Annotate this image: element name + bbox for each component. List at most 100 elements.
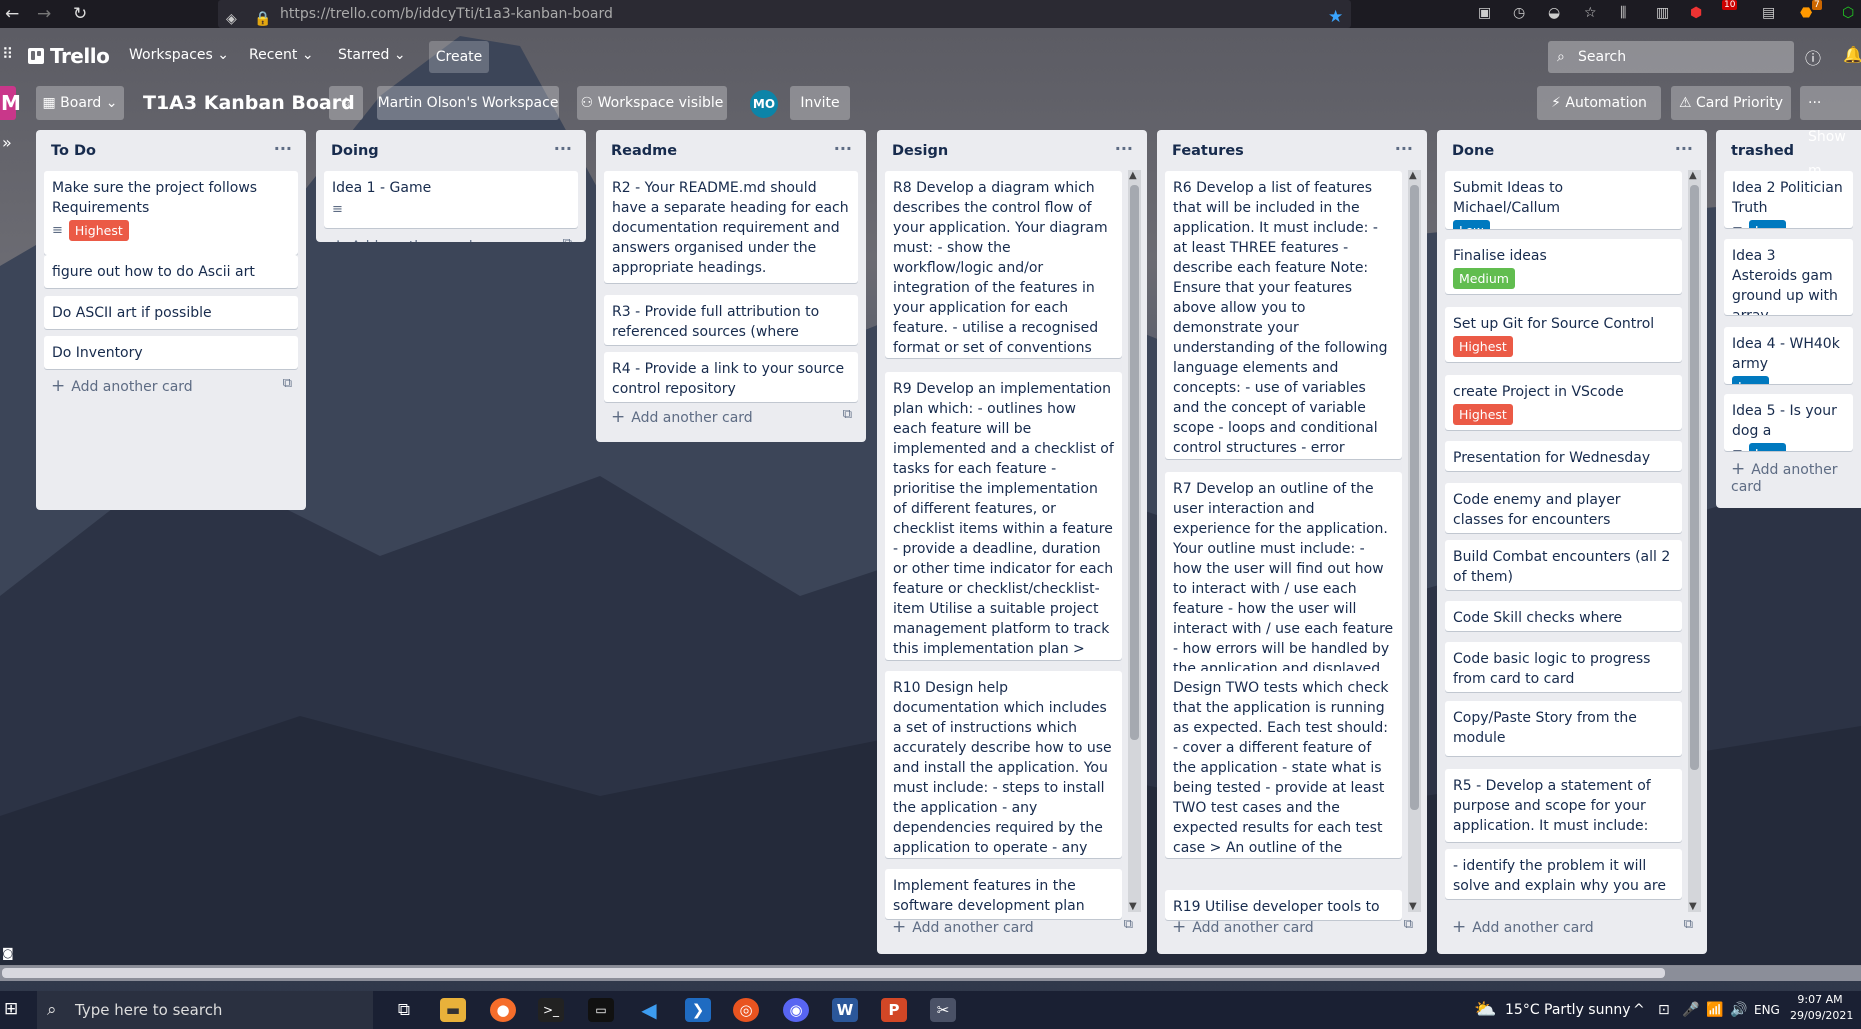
volume-icon[interactable]: 🔊: [1730, 991, 1747, 1029]
template-icon[interactable]: ⧉: [1684, 917, 1693, 932]
card[interactable]: Idea 1 - Game ≡: [324, 171, 578, 228]
weather-text[interactable]: 15°C Partly sunny: [1505, 991, 1631, 1029]
template-icon[interactable]: ⧉: [563, 236, 572, 242]
list-menu-icon[interactable]: ···: [554, 139, 572, 158]
card[interactable]: R10 Design help documentation which incl…: [885, 671, 1122, 858]
card[interactable]: R3 - Provide full attribution to referen…: [604, 295, 858, 345]
history-icon[interactable]: ◷: [1513, 5, 1525, 21]
card[interactable]: - identify the problem it will solve and…: [1445, 849, 1682, 899]
recent-menu[interactable]: Recent ⌄: [249, 47, 314, 63]
ubuntu-icon[interactable]: ◎: [733, 998, 759, 1022]
adblock-icon[interactable]: ⬢: [1690, 5, 1702, 21]
label-badge[interactable]: Low: [1748, 443, 1786, 451]
card[interactable]: Make sure the project follows Requiremen…: [44, 171, 298, 255]
card-priority-button[interactable]: ⚠ Card Priority: [1671, 86, 1791, 120]
star-board-button[interactable]: ☆: [329, 86, 363, 120]
card[interactable]: R4 - Provide a link to your source contr…: [604, 352, 858, 402]
starred-menu[interactable]: Starred ⌄: [338, 47, 406, 63]
card[interactable]: Build Combat encounters (all 2 of them): [1445, 540, 1682, 590]
list-menu-icon[interactable]: ···: [834, 139, 852, 158]
template-icon[interactable]: ⧉: [283, 376, 292, 391]
label-badge[interactable]: Highest: [1453, 336, 1513, 357]
label-badge[interactable]: Highest: [68, 220, 129, 241]
list-scrollbar[interactable]: ▲ ▼: [1688, 170, 1701, 912]
board-horizontal-scrollbar[interactable]: [0, 965, 1861, 981]
wifi-icon[interactable]: 📶: [1706, 991, 1723, 1029]
library-icon[interactable]: ⫼: [1620, 5, 1626, 21]
discord-icon[interactable]: ◉: [783, 998, 809, 1022]
word-icon[interactable]: W: [832, 998, 858, 1022]
card[interactable]: create Project in VScode Highest: [1445, 375, 1682, 430]
template-icon[interactable]: ⧉: [843, 407, 852, 422]
template-icon[interactable]: ⧉: [1404, 917, 1413, 932]
list-scrollbar[interactable]: ▲ ▼: [1408, 170, 1421, 912]
card[interactable]: Copy/Paste Story from the module ≡: [1445, 701, 1682, 756]
label-badge[interactable]: Highest: [1453, 404, 1513, 425]
automation-button[interactable]: ⚡ Automation: [1537, 86, 1661, 120]
card[interactable]: Implement features in the software devel…: [885, 869, 1122, 919]
card[interactable]: Finalise ideas Medium: [1445, 239, 1682, 294]
list-title[interactable]: trashed: [1731, 143, 1794, 159]
card[interactable]: Do ASCII art if possible: [44, 296, 298, 329]
card[interactable]: Code Skill checks where necessary: [1445, 601, 1682, 631]
cmd-icon[interactable]: ▭: [588, 998, 614, 1022]
card[interactable]: Presentation for Wednesday: [1445, 441, 1682, 471]
powerpoint-icon[interactable]: P: [881, 998, 907, 1022]
sidebar-icon[interactable]: ▥: [1656, 5, 1669, 21]
card[interactable]: Idea 4 - WH40k army Low: [1724, 327, 1853, 384]
back-icon[interactable]: ←: [5, 4, 19, 24]
address-bar[interactable]: ◈ 🔒 https://trello.com/b/iddcyTti/t1a3-k…: [218, 0, 1351, 28]
card[interactable]: R5 - Develop a statement of purpose and …: [1445, 769, 1682, 842]
list-title[interactable]: Doing: [331, 143, 379, 159]
snipping-tool-icon[interactable]: ✂: [930, 998, 956, 1022]
page-icon[interactable]: ▤: [1762, 5, 1775, 21]
card[interactable]: R9 Develop an implementation plan which:…: [885, 372, 1122, 660]
card[interactable]: R8 Develop a diagram which describes the…: [885, 171, 1122, 358]
show-menu-button[interactable]: ··· Show m: [1800, 86, 1861, 179]
list-title[interactable]: Readme: [611, 143, 677, 159]
tray-overflow-icon[interactable]: ^: [1633, 991, 1645, 1029]
vscode-icon[interactable]: ◀: [636, 998, 662, 1022]
search-input[interactable]: ⌕ Search: [1548, 41, 1794, 73]
label-badge[interactable]: Low: [1453, 220, 1490, 229]
add-card-button[interactable]: +Add another card: [892, 917, 1034, 937]
card[interactable]: Code enemy and player classes for encoun…: [1445, 483, 1682, 533]
card[interactable]: Idea 2 Politician Truth ≡ Low: [1724, 171, 1853, 228]
container-icon[interactable]: ▣: [1478, 5, 1491, 21]
board-view-switcher[interactable]: ▦ Board ⌄: [36, 86, 124, 120]
task-view-icon[interactable]: ⧉: [391, 998, 417, 1022]
file-explorer-icon[interactable]: ▬: [440, 998, 466, 1022]
card[interactable]: Code basic logic to progress from card t…: [1445, 642, 1682, 692]
taskbar-search-input[interactable]: ⌕ Type here to search: [37, 991, 373, 1029]
list-title[interactable]: Design: [892, 143, 948, 159]
card[interactable]: R6 Develop a list of features that will …: [1165, 171, 1402, 459]
bookmark-star-icon[interactable]: ★: [1328, 3, 1343, 31]
forward-icon[interactable]: →: [37, 4, 51, 24]
microphone-icon[interactable]: 🎤: [1682, 991, 1699, 1029]
template-icon[interactable]: ⧉: [1124, 917, 1133, 932]
label-badge[interactable]: Medium: [1453, 268, 1515, 289]
list-title[interactable]: To Do: [51, 143, 96, 159]
workspace-button[interactable]: Martin Olson's Workspace: [377, 86, 559, 120]
invite-button[interactable]: Invite: [790, 86, 850, 120]
notifications-icon[interactable]: 🔔: [1843, 45, 1861, 64]
add-card-button[interactable]: +Add another card: [331, 236, 473, 242]
list-scrollbar[interactable]: ▲ ▼: [1128, 170, 1141, 912]
windows-start-icon[interactable]: ⊞: [4, 999, 18, 1019]
extension-icon[interactable]: ☆: [1584, 5, 1597, 21]
scrollbar-thumb[interactable]: [2, 968, 1665, 978]
trello-logo[interactable]: Trello: [28, 44, 110, 68]
firefox-icon[interactable]: ●: [490, 998, 516, 1022]
card[interactable]: R2 - Your README.md should have a separa…: [604, 171, 858, 283]
card[interactable]: Do Inventory: [44, 336, 298, 369]
create-button[interactable]: Create: [429, 41, 489, 73]
add-card-button[interactable]: +Add another card: [1731, 459, 1861, 495]
card[interactable]: figure out how to do Ascii art: [44, 255, 298, 288]
list-title[interactable]: Done: [1452, 143, 1494, 159]
card[interactable]: R19 Utilise developer tools to: [1165, 890, 1402, 920]
workspaces-menu[interactable]: Workspaces ⌄: [129, 47, 229, 63]
tray-app-icon[interactable]: ⊡: [1658, 991, 1670, 1029]
clock[interactable]: 9:07 AM 29/09/2021: [1790, 992, 1853, 1024]
terminal-icon[interactable]: >_: [538, 998, 564, 1022]
add-card-button[interactable]: +Add another card: [51, 376, 193, 396]
